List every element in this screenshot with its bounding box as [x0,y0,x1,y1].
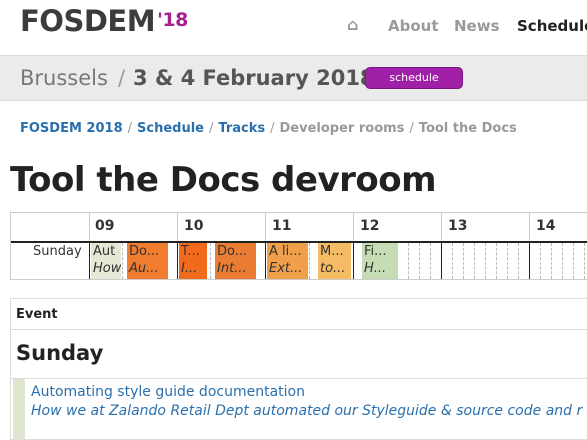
breadcrumb-separator: / [209,121,214,136]
timeline-event-title: M... [320,244,344,259]
timeline-event-title: A li... [269,244,302,259]
timeline-event-title: Fi... [364,244,387,259]
top-bar: FOSDEM '18 ⌂ About News Schedule [0,0,587,56]
timeline-event-title: Do... [217,244,248,259]
timeline-day-label: Sunday [33,244,82,259]
timeline-grid-line [408,243,410,279]
logo-text: FOSDEM [20,4,156,38]
breadcrumb-schedule[interactable]: Schedule [137,121,204,136]
timeline-grid-line [419,243,421,279]
timeline-event-4[interactable]: Do... Int... [215,243,256,279]
event-title-link[interactable]: Automating style guide documentation [31,384,305,400]
timeline-grid-line [562,243,564,279]
timeline-event-subtitle: Int... [217,261,247,276]
breadcrumb-developer-rooms: Developer rooms [279,121,405,136]
timeline-event-7[interactable]: Fi... H... [362,243,398,279]
timeline-grid-line [540,243,542,279]
timeline-grid-line [551,243,553,279]
timeline-grid-line [452,243,454,279]
timeline-hour-14: 14 [536,218,556,234]
timeline-hour-divider [265,213,266,241]
timeline-hour-divider [353,213,354,241]
timeline-hour-divider [89,213,90,241]
timeline-grid-line [441,243,443,279]
page-title: Tool the Docs devroom [10,160,437,200]
timeline-grid-line [507,243,509,279]
date-bar: Brussels / 3 & 4 February 2018 schedule [0,56,587,101]
table-divider [11,378,587,379]
timeline-hour-11: 11 [272,218,292,234]
table-divider [11,329,587,330]
event-column-header: Event [16,307,58,322]
timeline-event-5[interactable]: A li... Ext... [267,243,308,279]
schedule-timeline: 09 10 11 12 13 14 Sunday Aut How Do... A… [10,212,587,280]
date-separator: / [117,66,126,90]
timeline-grid-line [529,243,531,279]
timeline-event-2[interactable]: Do... Au... [127,243,168,279]
timeline-grid-line [474,243,476,279]
event-track-color-bar [13,379,25,439]
breadcrumb-fosdem-2018[interactable]: FOSDEM 2018 [20,121,123,136]
timeline-grid-line [463,243,465,279]
timeline-event-1[interactable]: Aut How [91,243,121,279]
timeline-grid-line [496,243,498,279]
timeline-grid-line [573,243,575,279]
day-heading: Sunday [16,341,104,365]
fosdem-logo[interactable]: FOSDEM '18 [20,4,188,38]
breadcrumb: FOSDEM 2018 / Schedule / Tracks / Developer ro… [20,121,517,136]
timeline-hour-09: 09 [95,218,115,234]
event-subtitle-link[interactable]: How we at Zalando Retail Dept automated … [31,403,582,419]
nav-schedule[interactable]: Schedule [517,17,587,35]
timeline-hour-divider [529,213,530,241]
timeline-grid-line [353,243,355,279]
timeline-event-subtitle: How [93,261,121,276]
breadcrumb-separator: / [127,121,133,136]
timeline-grid-line [518,243,520,279]
timeline-hour-13: 13 [448,218,468,234]
timeline-grid-line [485,243,487,279]
timeline-event-6[interactable]: M... to... [318,243,351,279]
timeline-event-subtitle: H... [364,261,387,276]
event-dates: 3 & 4 February 2018 [133,66,375,90]
timeline-grid-line [584,243,586,279]
nav-news[interactable]: News [454,17,500,35]
breadcrumb-separator: / [409,121,414,136]
timeline-hour-12: 12 [360,218,380,234]
home-icon[interactable]: ⌂ [347,15,358,34]
timeline-grid-line [122,243,124,279]
city-name: Brussels [20,66,108,90]
nav-about[interactable]: About [388,17,439,35]
timeline-event-subtitle: to... [320,261,346,276]
timeline-grid-line [309,243,311,279]
timeline-hour-divider [177,213,178,241]
timeline-hour-10: 10 [184,218,204,234]
timeline-event-title: Do... [129,244,160,259]
timeline-event-subtitle: Ext... [269,261,303,276]
timeline-event-title: Aut [93,244,116,259]
timeline-hour-divider [441,213,442,241]
timeline-grid-line [430,243,432,279]
event-table: Event Sunday Automating style guide docu… [10,298,587,440]
logo-year: '18 [157,9,188,31]
timeline-event-3[interactable]: T... I... [179,243,207,279]
timeline-event-subtitle: I... [181,261,198,276]
breadcrumb-current: Tool the Docs [418,121,517,136]
breadcrumb-tracks[interactable]: Tracks [218,121,265,136]
timeline-grid-line [210,243,212,279]
timeline-event-title: T... [181,244,200,259]
event-location: Brussels / 3 & 4 February 2018 [20,66,375,90]
schedule-button[interactable]: schedule [365,67,463,89]
timeline-event-subtitle: Au... [129,261,159,276]
breadcrumb-separator: / [270,121,275,136]
